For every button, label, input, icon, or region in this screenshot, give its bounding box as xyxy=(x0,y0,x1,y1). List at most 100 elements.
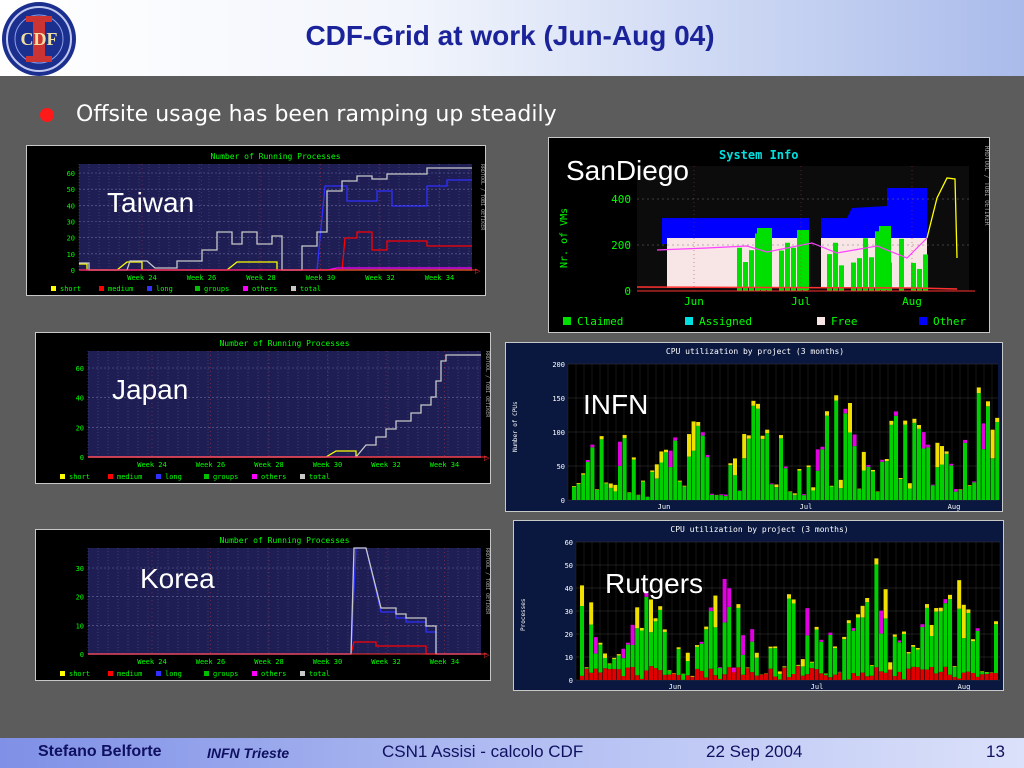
bar-segment-top xyxy=(662,629,667,632)
bar-segment-green xyxy=(650,471,655,500)
bar-segment-green xyxy=(805,635,810,675)
bar-segment-red xyxy=(676,674,681,680)
claimed-bar xyxy=(757,228,772,290)
bar-segment-top xyxy=(921,432,926,449)
bar-segment-green xyxy=(952,666,957,677)
bar-segment-green xyxy=(581,474,586,500)
bar-segment-green xyxy=(641,481,645,500)
bar-segment-top xyxy=(884,458,889,462)
bar-segment-green xyxy=(880,461,885,500)
bar-segment-top xyxy=(958,489,963,490)
bar-segment-top xyxy=(957,580,962,609)
bar-segment-top xyxy=(810,661,814,663)
bar-segment-red xyxy=(856,676,860,680)
bar-segment-red xyxy=(672,673,676,680)
bar-segment-top xyxy=(774,484,779,488)
bar-segment-green xyxy=(622,438,627,500)
bar-segment-top xyxy=(654,464,659,479)
bar-segment-top xyxy=(589,602,594,625)
bar-segment-green xyxy=(626,644,630,668)
claimed-bar xyxy=(785,242,790,291)
bar-segment-top xyxy=(682,485,687,487)
bar-segment-top xyxy=(838,479,843,489)
bar-segment-green xyxy=(930,485,935,500)
bar-segment-green xyxy=(713,627,718,676)
bar-segment-top xyxy=(598,642,603,645)
bar-segment-top xyxy=(851,628,856,631)
bar-segment-green xyxy=(856,617,860,677)
y-tick-label: 10 xyxy=(76,622,84,630)
bar-segment-red xyxy=(865,676,870,680)
bar-segment-top xyxy=(929,624,934,637)
x-tick-label: Jul xyxy=(811,683,824,691)
bar-segment-top xyxy=(926,444,931,448)
bar-segment-top xyxy=(971,639,975,642)
bar-segment-top xyxy=(967,485,972,487)
rrdtool-credit: RRDTOOL / TOBI OETIKER xyxy=(484,548,490,615)
y-tick-label: 10 xyxy=(67,251,75,259)
bar-segment-top xyxy=(792,493,797,495)
bar-segment-top xyxy=(825,411,829,416)
bar-segment-red xyxy=(823,675,828,680)
bar-segment-red xyxy=(791,674,796,680)
y-tick-label: 40 xyxy=(67,202,75,210)
bar-segment-green xyxy=(768,648,773,669)
bar-segment-top xyxy=(595,489,599,490)
bar-segment-green xyxy=(848,432,852,500)
bar-segment-top xyxy=(903,420,908,425)
legend-swatch xyxy=(108,671,113,676)
x-tick-label: Jun xyxy=(684,295,704,308)
chart-infn: CPU utilization by project (3 months) Num… xyxy=(505,342,1003,512)
bar-segment-green xyxy=(765,433,770,500)
bar-segment-green xyxy=(585,462,590,500)
bar-segment-green xyxy=(966,612,971,672)
y-tick-label: 20 xyxy=(67,235,75,243)
bar-segment-top xyxy=(728,463,733,466)
bar-segment-top xyxy=(819,639,824,642)
bar-segment-green xyxy=(673,440,678,500)
bar-segment-top xyxy=(938,607,943,612)
bar-segment-top xyxy=(805,608,810,636)
site-label-sandiego: SanDiego xyxy=(566,155,689,186)
bar-segment-red xyxy=(860,672,865,680)
slide-header: CDF CDF-Grid at work (Jun-Aug 04) xyxy=(0,0,1024,76)
bar-segment-green xyxy=(814,629,819,670)
legend-swatch xyxy=(60,474,65,479)
bar-segment-green xyxy=(742,458,747,500)
bar-segment-green xyxy=(777,673,782,680)
claimed-bar xyxy=(779,250,784,291)
bar-segment-top xyxy=(708,607,713,612)
y-tick-label: 10 xyxy=(565,654,573,662)
bar-segment-green xyxy=(792,494,797,500)
y-tick-label: 0 xyxy=(569,677,573,685)
legend-label: others xyxy=(261,670,286,678)
legend-swatch xyxy=(563,317,571,325)
footer-page-number: 13 xyxy=(986,742,1005,761)
bar-segment-green xyxy=(800,666,805,676)
bar-segment-top xyxy=(800,659,805,667)
bar-segment-red xyxy=(966,671,971,680)
bar-segment-green xyxy=(723,496,728,500)
bar-segment-top xyxy=(880,459,885,462)
bar-segment-green xyxy=(925,607,929,670)
bar-segment-top xyxy=(723,494,728,497)
bar-segment-top xyxy=(613,484,618,492)
bar-segment-green xyxy=(898,479,903,500)
legend-swatch xyxy=(204,474,209,479)
footer-event: CSN1 Assisi - calcolo CDF xyxy=(382,742,584,761)
x-tick-label: Jul xyxy=(800,503,813,511)
x-tick-label: Week 34 xyxy=(430,658,460,666)
footer-date: 22 Sep 2004 xyxy=(706,742,803,761)
bar-segment-green xyxy=(957,608,962,679)
y-tick-label: 40 xyxy=(76,395,84,403)
legend-swatch xyxy=(60,671,65,676)
bar-segment-green xyxy=(714,495,719,500)
bar-segment-top xyxy=(630,624,635,646)
bar-segment-top xyxy=(650,470,655,472)
bar-segment-green xyxy=(756,408,760,500)
bar-segment-top xyxy=(920,624,925,628)
bar-segment-top xyxy=(949,463,954,466)
x-tick-label: Aug xyxy=(958,683,971,691)
bar-segment-top xyxy=(930,484,935,486)
bar-segment-red xyxy=(718,678,722,680)
